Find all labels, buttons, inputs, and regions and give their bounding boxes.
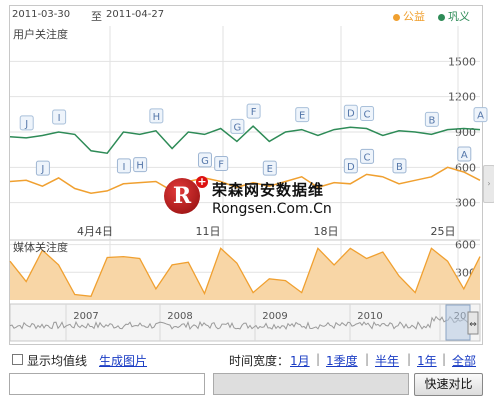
event-flag-label: H: [136, 161, 144, 172]
x-tick-label: 25日: [431, 225, 456, 238]
range-1-quarter[interactable]: 1季度: [326, 352, 358, 369]
logo-plus-icon: +: [196, 175, 208, 188]
x-tick-label: 4月4日: [77, 225, 113, 238]
series-line-green: [9, 125, 481, 155]
watermark-chinese-text: 荣森网安数据维: [212, 181, 325, 199]
event-flag-label: E: [267, 164, 273, 175]
event-flag-label: A: [461, 150, 468, 161]
event-flag-label: D: [347, 108, 355, 119]
event-flag-label: D: [347, 162, 355, 173]
side-collapse-tab[interactable]: ›: [483, 165, 494, 203]
event-flag-label: G: [201, 156, 209, 167]
navigator-handle-icon: ⇔: [469, 320, 477, 330]
y-tick-label: 1200: [448, 91, 476, 104]
event-flag-label: B: [396, 162, 403, 173]
timeline-navigator: 200720082009201020⇔: [9, 303, 481, 342]
navigator-year-label: 2009: [262, 311, 287, 322]
event-flag-label: F: [218, 159, 224, 170]
event-flag-label: A: [477, 111, 484, 122]
event-flag-label: B: [428, 115, 435, 126]
event-flag-label: C: [364, 109, 371, 120]
watermark-logo: R + 荣森网安数据维 Rongsen.Com.Cn: [160, 175, 350, 222]
media-attention-chart: 300600媒体关注度: [9, 239, 481, 300]
event-flag-label: I: [58, 113, 61, 124]
range-separator: |: [365, 352, 370, 366]
time-width-label: 时间宽度：: [229, 354, 290, 368]
media-attention-title: 媒体关注度: [13, 240, 68, 254]
navigator-selection: [445, 304, 471, 341]
media-area-fill: [10, 248, 480, 300]
y-tick-label: 1500: [448, 55, 476, 68]
range-half-year[interactable]: 半年: [375, 352, 399, 369]
event-flag-label: F: [251, 107, 257, 118]
range-all[interactable]: 全部: [452, 352, 476, 369]
user-attention-title: 用户关注度: [13, 27, 68, 41]
watermark-english-text: Rongsen.Com.Cn: [212, 201, 332, 217]
chart-controls: 显示均值线 生成图片 时间宽度： 1月 | 1季度 | 半年 | 1年 | 全部: [9, 351, 481, 371]
show-average-label: 显示均值线: [27, 354, 88, 368]
navigator-year-label: 2007: [73, 311, 98, 322]
show-average-checkbox[interactable]: [12, 354, 23, 365]
range-separator: |: [442, 352, 447, 366]
generate-image-link[interactable]: 生成图片: [99, 352, 147, 369]
event-flag-label: J: [24, 119, 28, 130]
navigator-year-label: 2008: [167, 311, 192, 322]
keyword-input-disabled[interactable]: [213, 373, 409, 395]
range-separator: |: [407, 352, 412, 366]
event-flag-label: C: [364, 152, 371, 163]
logo-r-icon: R: [164, 178, 200, 214]
range-1-year[interactable]: 1年: [417, 352, 437, 369]
event-flag-label: E: [299, 111, 305, 122]
event-flag-label: I: [122, 162, 125, 173]
x-tick-label: 18日: [314, 225, 339, 238]
navigator-bg: [9, 303, 481, 342]
keyword-input[interactable]: [9, 373, 205, 395]
quick-compare-button[interactable]: 快速对比: [414, 373, 483, 396]
event-flag-label: G: [234, 122, 242, 133]
event-flag-label: H: [153, 112, 161, 123]
range-1-month[interactable]: 1月: [290, 352, 310, 369]
event-flag-label: J: [40, 164, 44, 175]
x-tick-label: 11日: [196, 225, 221, 238]
navigator-year-label: 2010: [357, 311, 382, 322]
range-separator: |: [316, 352, 321, 366]
